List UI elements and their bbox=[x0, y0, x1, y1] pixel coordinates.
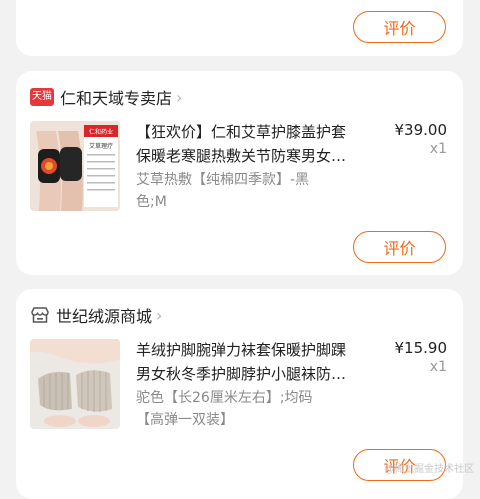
thumbnail-label-text: 艾草理疗 bbox=[89, 142, 113, 150]
product-spec: 驼色【长26厘米左右】;均码 【高弹一双装】 bbox=[136, 387, 341, 431]
product-title-line: 男女秋冬季护脚脖护小腿袜防… bbox=[136, 365, 347, 383]
chevron-right-icon: › bbox=[156, 305, 163, 325]
product-thumbnail[interactable] bbox=[30, 339, 120, 429]
review-button[interactable]: 评价 bbox=[353, 231, 446, 263]
product-spec-line: 艾草热敷【纯棉四季款】-黑 bbox=[136, 172, 310, 188]
store-icon bbox=[30, 306, 50, 324]
product-spec-line: 色;M bbox=[136, 194, 167, 210]
product-spec: 艾草热敷【纯棉四季款】-黑 色;M bbox=[136, 169, 341, 213]
product-title[interactable]: 羊绒护脚腕弹力袜套保暖护脚踝 男女秋冬季护脚脖护小腿袜防… bbox=[136, 338, 358, 386]
watermark: @稀土掘金技术社区 bbox=[384, 464, 474, 475]
thumbnail-brand-text: 仁和药业 bbox=[89, 128, 113, 136]
product-quantity: x1 bbox=[429, 359, 447, 375]
chevron-right-icon: › bbox=[176, 87, 183, 107]
product-title-line: 保暖老寒腿热敷关节防寒男女… bbox=[136, 147, 347, 165]
tmall-badge: 天猫 bbox=[30, 88, 54, 106]
shop-header[interactable]: 世纪绒源商城 › bbox=[30, 303, 162, 327]
product-title-line: 羊绒护脚腕弹力袜套保暖护脚踝 bbox=[136, 341, 347, 359]
review-button[interactable]: 评价 bbox=[353, 11, 446, 43]
product-spec-line: 驼色【长26厘米左右】;均码 bbox=[136, 390, 313, 406]
product-price: ¥15.90 bbox=[394, 339, 448, 357]
product-spec-line: 【高弹一双装】 bbox=[136, 412, 234, 428]
order-card: 天猫 仁和天域专卖店 › 仁和药业 艾草理疗 【狂欢价】仁和艾草护膝盖护套 保暖… bbox=[16, 71, 463, 275]
product-price: ¥39.00 bbox=[394, 121, 448, 139]
shop-name: 世纪绒源商城 bbox=[56, 307, 153, 326]
order-card: 评价 bbox=[16, 0, 463, 56]
product-quantity: x1 bbox=[429, 141, 447, 157]
shop-header[interactable]: 天猫 仁和天域专卖店 › bbox=[30, 85, 182, 109]
shop-name: 仁和天域专卖店 bbox=[60, 89, 173, 108]
product-title-line: 【狂欢价】仁和艾草护膝盖护套 bbox=[136, 123, 347, 141]
product-title[interactable]: 【狂欢价】仁和艾草护膝盖护套 保暖老寒腿热敷关节防寒男女… bbox=[136, 120, 358, 168]
product-thumbnail[interactable]: 仁和药业 艾草理疗 bbox=[30, 121, 120, 211]
